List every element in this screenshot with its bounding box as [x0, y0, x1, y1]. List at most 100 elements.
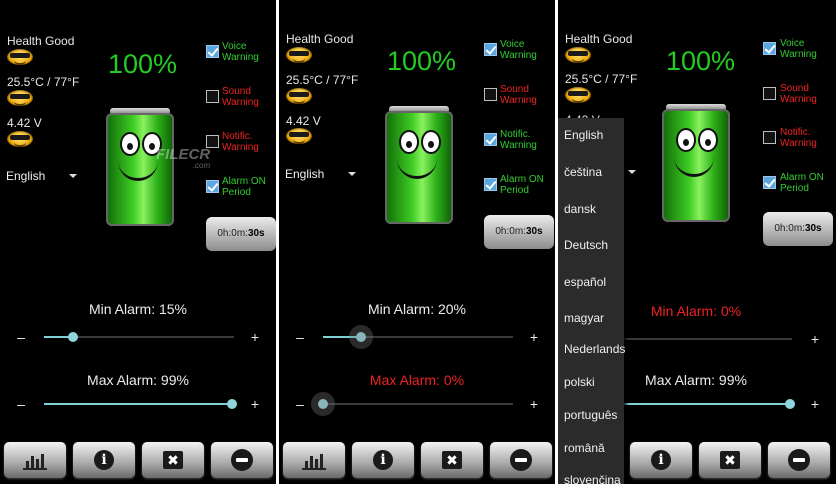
minus-icon: [231, 449, 253, 471]
info-button[interactable]: i: [630, 442, 692, 478]
sound-warning-label: Sound Warning: [780, 83, 817, 105]
min-alarm-label: Min Alarm: 20%: [367, 301, 467, 317]
voice-warning-checkbox[interactable]: [206, 45, 219, 58]
notification-warning-checkbox[interactable]: [763, 131, 776, 144]
voice-warning-label: Voice Warning: [780, 38, 817, 60]
min-alarm-thumb[interactable]: [349, 325, 373, 349]
smiley-icon: [7, 131, 33, 147]
max-alarm-thumb[interactable]: [311, 392, 335, 416]
language-option[interactable]: português: [564, 408, 617, 422]
close-button[interactable]: ✖: [421, 442, 483, 478]
max-alarm-thumb[interactable]: [227, 399, 238, 409]
min-alarm-increase[interactable]: +: [808, 332, 822, 346]
screen-1: Health Good 25.5°C / 77°F 4.42 V 100% FI…: [0, 0, 276, 484]
sound-warning-checkbox[interactable]: [484, 88, 497, 101]
temperature-readout: 25.5°C / 77°F: [7, 75, 80, 89]
alarm-period-checkbox[interactable]: [206, 180, 219, 193]
sound-warning-checkbox[interactable]: [206, 90, 219, 103]
sound-warning-checkbox[interactable]: [763, 87, 776, 100]
min-alarm-decrease[interactable]: –: [293, 330, 307, 344]
voltage-readout: 4.42 V: [7, 116, 42, 130]
battery-percent: 100%: [666, 46, 736, 76]
notification-warning-checkbox[interactable]: [206, 135, 219, 148]
smiley-icon: [565, 87, 591, 103]
stats-button[interactable]: [4, 442, 66, 478]
max-alarm-slider[interactable]: [311, 392, 513, 416]
close-button[interactable]: ✖: [699, 442, 761, 478]
minus-icon: [510, 449, 532, 471]
max-alarm-increase[interactable]: +: [248, 397, 262, 411]
notification-warning-label: Notific. Warning: [222, 131, 259, 153]
info-button[interactable]: i: [73, 442, 135, 478]
screen-2: Health Good 25.5°C / 77°F 4.42 V 100% En…: [279, 0, 555, 484]
info-button[interactable]: i: [352, 442, 414, 478]
language-option[interactable]: magyar: [564, 311, 604, 325]
max-alarm-increase[interactable]: +: [527, 397, 541, 411]
language-option[interactable]: čeština: [564, 165, 602, 179]
notification-warning-label: Notific. Warning: [500, 129, 537, 151]
timer-button[interactable]: 0h:0m:30s: [484, 215, 554, 249]
language-option[interactable]: English: [564, 128, 603, 142]
language-option[interactable]: slovenčina: [564, 473, 621, 484]
max-alarm-increase[interactable]: +: [808, 397, 822, 411]
minimize-button[interactable]: [490, 442, 552, 478]
chevron-down-icon[interactable]: [348, 172, 356, 176]
minimize-button[interactable]: [768, 442, 830, 478]
voltage-readout: 4.42 V: [286, 114, 321, 128]
close-icon: ✖: [442, 451, 462, 469]
chevron-down-icon[interactable]: [628, 170, 636, 174]
chevron-down-icon[interactable]: [69, 174, 77, 178]
close-button[interactable]: ✖: [142, 442, 204, 478]
language-select[interactable]: English: [285, 167, 324, 181]
min-alarm-decrease[interactable]: –: [14, 330, 28, 344]
language-option[interactable]: español: [564, 275, 606, 289]
screen-3: Health Good 25.5°C / 77°F 4.42 V 100% Vo…: [558, 0, 836, 484]
max-alarm-decrease[interactable]: –: [14, 397, 28, 411]
stats-button[interactable]: [283, 442, 345, 478]
voice-warning-checkbox[interactable]: [484, 43, 497, 56]
min-alarm-label: Min Alarm: 0%: [650, 303, 742, 319]
language-option[interactable]: polski: [564, 375, 595, 389]
alarm-period-checkbox[interactable]: [763, 176, 776, 189]
max-alarm-slider[interactable]: [44, 399, 238, 409]
min-alarm-slider[interactable]: [44, 332, 234, 342]
health-status: Health Good: [286, 32, 354, 46]
max-alarm-thumb[interactable]: [785, 399, 796, 409]
alarm-period-label: Alarm ON Period: [500, 174, 544, 196]
timer-button[interactable]: 0h:0m:30s: [206, 217, 276, 251]
minimize-button[interactable]: [211, 442, 273, 478]
notification-warning-label: Notific. Warning: [780, 127, 817, 149]
language-select[interactable]: English: [6, 169, 45, 183]
min-alarm-slider[interactable]: [597, 334, 792, 344]
max-alarm-label: Max Alarm: 99%: [87, 372, 189, 388]
minus-icon: [788, 449, 810, 471]
battery-icon: [385, 106, 453, 224]
voice-warning-label: Voice Warning: [222, 41, 259, 63]
smiley-icon: [286, 47, 312, 63]
min-alarm-increase[interactable]: +: [527, 330, 541, 344]
language-dropdown[interactable]: English čeština dansk Deutsch español ma…: [558, 118, 625, 484]
min-alarm-slider[interactable]: [323, 325, 513, 349]
language-option[interactable]: română: [564, 441, 605, 455]
language-option[interactable]: Deutsch: [564, 238, 608, 252]
min-alarm-increase[interactable]: +: [248, 330, 262, 344]
close-icon: ✖: [720, 451, 740, 469]
min-alarm-thumb[interactable]: [67, 332, 78, 342]
alarm-period-checkbox[interactable]: [484, 178, 497, 191]
min-alarm-label: Min Alarm: 15%: [88, 301, 188, 317]
max-alarm-decrease[interactable]: –: [293, 397, 307, 411]
language-option[interactable]: Nederlands: [564, 342, 625, 356]
voice-warning-checkbox[interactable]: [763, 42, 776, 55]
bar-chart-icon: [23, 450, 47, 470]
language-option[interactable]: dansk: [564, 202, 596, 216]
smiley-icon: [565, 47, 591, 63]
temperature-readout: 25.5°C / 77°F: [286, 73, 359, 87]
battery-icon: [662, 104, 730, 222]
max-alarm-slider[interactable]: [602, 399, 796, 409]
battery-percent: 100%: [387, 46, 457, 76]
sound-warning-label: Sound Warning: [222, 86, 259, 108]
bar-chart-icon: [302, 450, 326, 470]
notification-warning-checkbox[interactable]: [484, 133, 497, 146]
info-icon: i: [651, 450, 671, 470]
timer-button[interactable]: 0h:0m:30s: [763, 212, 833, 246]
